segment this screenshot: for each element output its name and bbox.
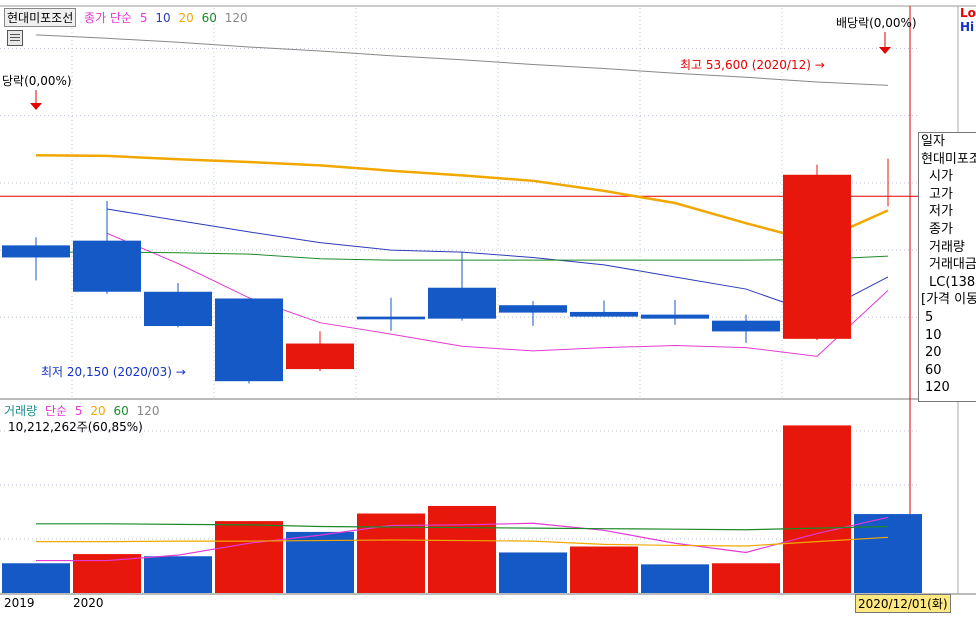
tooltip-row: [가격 이동평균] (921, 292, 976, 308)
candle-body (641, 314, 709, 319)
volume-value: 10,212,262주(60,85%) (8, 420, 143, 434)
volume-bar (499, 552, 567, 593)
right-label-hi: Hi (960, 20, 975, 34)
tooltip-row: 일자 (921, 134, 945, 149)
grid-toggle-icon[interactable] (7, 30, 23, 46)
volume-bar (2, 563, 70, 593)
tooltip-row: 60 (925, 362, 942, 378)
tooltip-row: 120 (925, 380, 950, 396)
left-dividend-label: 당락(0,00%) (2, 74, 72, 88)
volume-bar (428, 505, 496, 593)
vma60-label: 60 (113, 404, 129, 418)
cursor-date-label: 2020/12/01(화) (855, 594, 951, 613)
tooltip-row: 거래대금 (929, 257, 976, 273)
candle-body (570, 311, 638, 317)
volume-title: 거래량 (4, 404, 38, 418)
ma5-label: 5 (139, 11, 148, 25)
volume-bar (783, 425, 851, 593)
volume-bar (570, 546, 638, 593)
candle-body (286, 343, 354, 370)
price-legend: 현대미포조선 종가 단순 5 10 20 60 120 (4, 8, 252, 27)
volume-legend: 거래량 단순 5 20 60 120 (4, 402, 163, 419)
candle-body (144, 291, 212, 327)
vma120-label: 120 (136, 404, 160, 418)
vma20-label: 20 (90, 404, 106, 418)
volume-series-label: 단순 (44, 404, 68, 418)
candle-body (499, 305, 567, 313)
candle-body (428, 287, 496, 319)
tooltip-row: 고가 (929, 186, 953, 202)
candle-body (357, 316, 425, 320)
volume-bar (712, 563, 780, 593)
candle-body (783, 174, 851, 339)
tooltip-row: 20 (925, 345, 942, 361)
price-series-label: 종가 단순 (84, 11, 133, 25)
candle-body (73, 240, 141, 292)
right-label-lo: Lo (960, 6, 976, 20)
tooltip-row: 5 (925, 309, 934, 325)
volume-bar (854, 514, 922, 593)
ma60-label: 60 (201, 11, 217, 25)
ma120-label: 120 (224, 11, 248, 25)
tooltip-row: 거래량 (929, 239, 965, 255)
candle-body (712, 320, 780, 332)
volume-bar (73, 554, 141, 593)
x-label-2020: 2020 (73, 596, 104, 610)
x-label-2019: 2019 (4, 596, 35, 610)
tooltip-row: 10 (925, 327, 942, 343)
tooltip-row: 시가 (929, 169, 953, 185)
data-tooltip: 일자현대미포조선시가고가저가종가거래량거래대금LC(138 [가격 이동평균]5 1… (918, 132, 976, 402)
tooltip-row: 저가 (929, 204, 953, 220)
high-marker-label: 최고 53,600 (2020/12) → (680, 58, 825, 72)
volume-bar (215, 521, 283, 593)
low-marker-label: 최저 20,150 (2020/03) → (41, 365, 186, 379)
chart-canvas (0, 0, 976, 619)
right-dividend-label: 배당락(0,00%) (836, 16, 917, 30)
candle-body (215, 298, 283, 382)
ma20-label: 20 (178, 11, 194, 25)
candle-body (2, 245, 70, 258)
tooltip-row: 종가 (929, 221, 953, 237)
volume-bar (641, 564, 709, 593)
stock-name[interactable]: 현대미포조선 (4, 8, 77, 27)
vma5-label: 5 (74, 404, 83, 418)
tooltip-row: LC(138 (929, 274, 976, 290)
volume-bar (144, 556, 212, 593)
tooltip-row: 현대미포조선 (921, 151, 976, 167)
ma10-label: 10 (155, 11, 171, 25)
